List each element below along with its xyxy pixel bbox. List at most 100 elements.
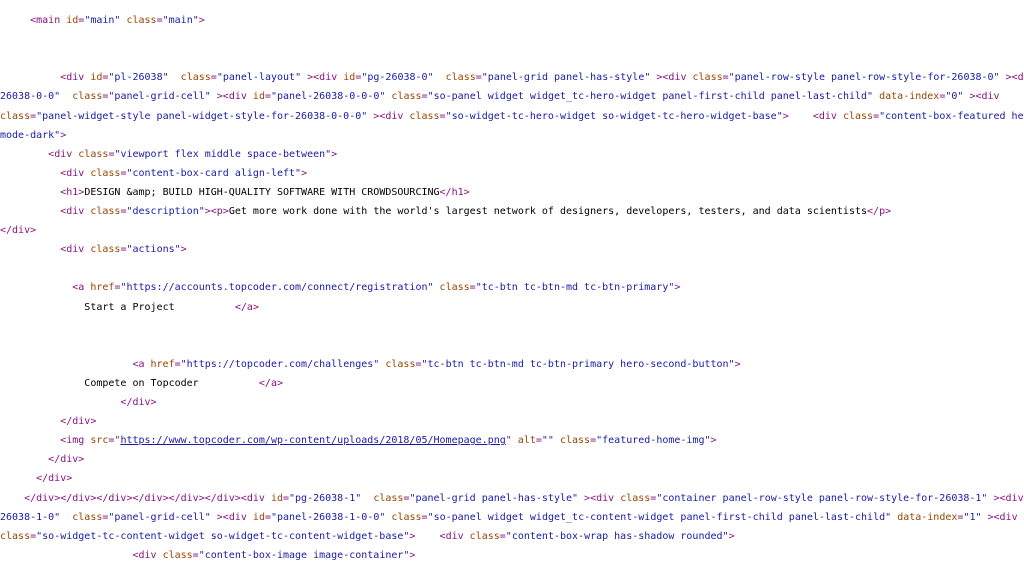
code-token-tag: </div>	[0, 225, 37, 237]
code-line: class="so-widget-tc-content-widget so-wi…	[0, 530, 1024, 543]
code-token-val: "tc-btn tc-btn-md tc-btn-primary"	[475, 282, 675, 294]
code-token-tag: ><div	[210, 91, 253, 103]
code-token-tag: >	[301, 167, 308, 179]
code-token-val: "description"	[126, 206, 205, 217]
code-token-attr: class	[692, 72, 723, 84]
code-token-val: "1"	[963, 511, 982, 523]
code-line: <div class="description"><p>Get more wor…	[0, 205, 1024, 218]
code-token-tag: ><p>	[204, 206, 229, 217]
code-token-tag: <div	[60, 206, 91, 217]
code-link[interactable]: https://www.topcoder.com/wp-content/uplo…	[120, 435, 505, 446]
code-token-tag: ><div	[981, 511, 1018, 523]
code-token-attr: class	[469, 530, 500, 542]
code-line: Start a Project </a>	[0, 301, 1024, 314]
code-line: <div class="content-box-image image-cont…	[0, 549, 1024, 562]
code-line: </div>	[0, 472, 1024, 485]
code-token-val: 26038-0-0"	[0, 91, 61, 103]
code-token-tag: </div>	[60, 416, 97, 428]
code-token-attr: class	[445, 72, 476, 84]
code-token-tag: </h1>	[439, 186, 470, 198]
code-token-val: "https://accounts.topcoder.com/connect/r…	[120, 282, 434, 294]
code-line: class="panel-widget-style panel-widget-s…	[0, 110, 1024, 123]
code-line: <h1>DESIGN &amp; BUILD HIGH-QUALITY SOFT…	[0, 186, 1024, 199]
code-line: <img src="https://www.topcoder.com/wp-co…	[0, 434, 1024, 447]
code-token-attr: alt	[517, 435, 536, 447]
code-token-attr: class	[180, 72, 211, 84]
code-token-val: "panel-grid-cell"	[108, 511, 211, 523]
code-token-txt: DESIGN &amp; BUILD HIGH-QUALITY SOFTWARE…	[84, 186, 440, 198]
code-token-val: "panel-row-style panel-row-style-for-260…	[728, 72, 1000, 84]
code-token-val: "so-panel widget widget_tc-content-widge…	[427, 511, 892, 523]
code-token-tag: </a>	[258, 377, 283, 389]
code-token-tag: <div	[60, 167, 91, 179]
code-line: 26038-1-0" class="panel-grid-cell" ><div…	[0, 511, 1024, 524]
code-token-attr: class	[391, 511, 422, 523]
code-token-val: "panel-26038-0-0-0"	[271, 91, 386, 103]
code-token-val: ""	[541, 435, 554, 447]
code-token-val: "panel-grid-cell"	[108, 91, 211, 103]
code-token-txt: Start a Project	[84, 301, 235, 313]
code-token-val: "viewport flex middle space-between"	[114, 148, 332, 160]
code-token-tag: </div>	[36, 473, 73, 485]
code-token-val: "pg-26038-1"	[289, 492, 362, 504]
code-token-tag	[169, 72, 181, 83]
code-token-val: "panel-layout"	[216, 72, 302, 84]
code-token-val: "0"	[945, 91, 964, 103]
code-token-val: "content-box-featured hero bg-	[879, 110, 1024, 122]
code-token-tag: <main	[30, 15, 67, 26]
code-token-attr: class	[391, 91, 422, 103]
code-token-tag: <div	[132, 549, 163, 561]
code-token-attr: class	[72, 511, 103, 523]
code-token-attr: id	[66, 15, 79, 26]
code-token-attr: class	[90, 167, 121, 179]
code-token-tag: >	[60, 129, 67, 141]
code-token-tag: ><div	[963, 91, 1000, 103]
code-line: <a href="https://topcoder.com/challenges…	[0, 358, 1024, 371]
code-token-tag: <div	[48, 148, 79, 160]
code-token-attr: class	[72, 91, 103, 103]
code-token-tag: <div	[60, 244, 91, 256]
code-token-tag	[361, 493, 373, 504]
code-token-val: "main"	[162, 15, 199, 26]
code-token-val: 26038-1-0"	[0, 511, 61, 523]
code-token-attr: href	[90, 282, 115, 294]
code-token-tag: ><div	[301, 72, 344, 84]
code-token-attr: class	[559, 435, 591, 447]
code-token-val: "pl-26038"	[108, 72, 169, 84]
code-token-tag: >	[198, 15, 205, 26]
code-token-tag: <a	[132, 358, 151, 370]
code-token-attr: class	[162, 549, 193, 561]
code-token-tag: >	[409, 549, 416, 561]
code-token-tag: </p>	[867, 206, 892, 217]
code-token-tag: <div	[812, 110, 843, 122]
code-token-attr: class	[90, 206, 121, 217]
code-token-tag: <a	[72, 282, 91, 294]
code-line: </div>	[0, 396, 1024, 409]
code-token-attr: id	[270, 492, 283, 504]
code-token-val: "so-widget-tc-content-widget so-widget-t…	[36, 530, 410, 542]
code-token-attr: data-index	[897, 511, 958, 523]
code-token-tag: <h1>	[60, 186, 85, 198]
code-line: 26038-0-0" class="panel-grid-cell" ><div…	[0, 90, 1024, 103]
code-line: <div id="pl-26038" class="panel-layout" …	[0, 71, 1024, 84]
code-token-tag: ><div	[1005, 72, 1024, 84]
code-token-val: mode-dark"	[0, 129, 61, 141]
code-token-attr: class	[0, 530, 31, 542]
